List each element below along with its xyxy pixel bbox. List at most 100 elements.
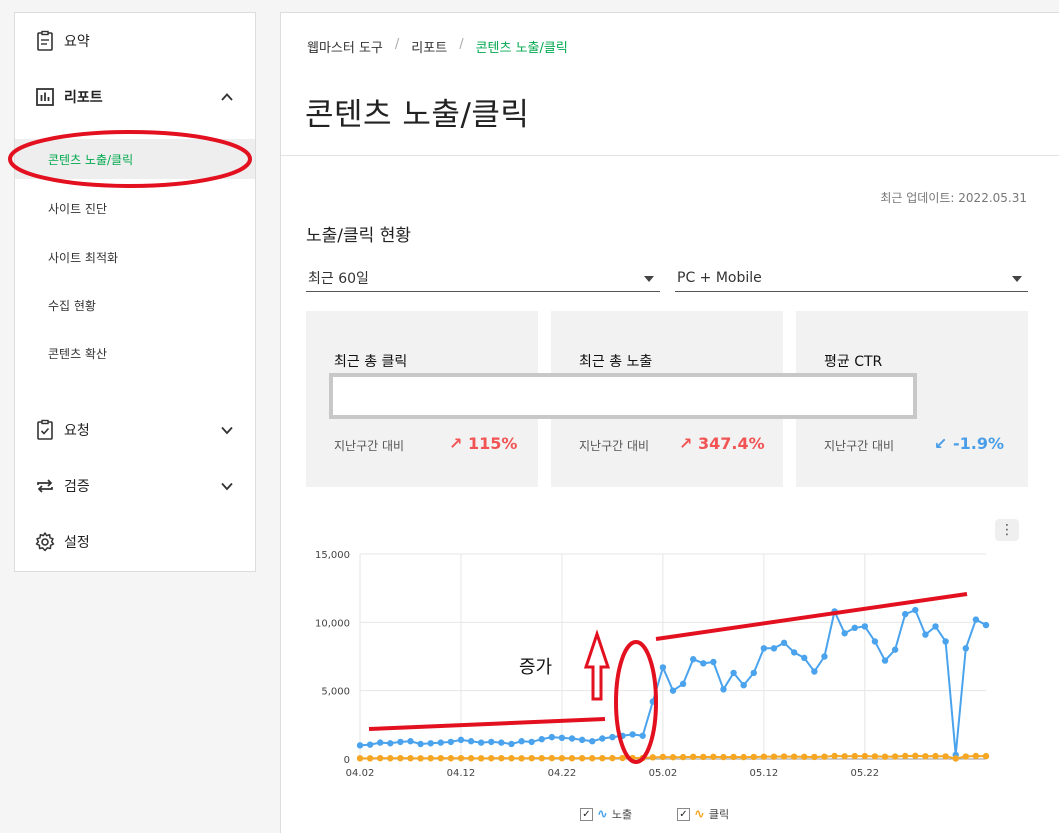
data-point	[397, 738, 404, 746]
data-point	[750, 669, 757, 677]
data-point	[589, 755, 596, 762]
card-label: 지난구간 대비	[334, 439, 405, 453]
y-tick-label: 0	[344, 755, 350, 766]
data-point	[740, 753, 747, 761]
data-point	[467, 738, 475, 745]
data-point	[952, 755, 959, 762]
data-point	[407, 755, 414, 762]
data-point	[659, 753, 667, 761]
data-point	[821, 653, 828, 660]
nav-report[interactable]: 리포트	[15, 77, 255, 117]
data-point	[689, 753, 697, 761]
data-point	[528, 738, 535, 746]
data-point	[861, 623, 869, 630]
data-point	[851, 752, 858, 760]
y-tick-label: 10,000	[315, 618, 350, 629]
data-point	[457, 736, 465, 744]
data-point	[376, 754, 384, 762]
data-point	[740, 682, 747, 689]
data-point	[427, 755, 434, 762]
data-point	[518, 738, 525, 745]
nav-request[interactable]: 요청	[15, 410, 255, 450]
chevron-up-icon[interactable]	[219, 89, 235, 105]
chevron-down-icon[interactable]	[219, 422, 235, 438]
nav-verify-label: 검증	[64, 479, 90, 495]
data-point	[881, 753, 889, 760]
data-point	[851, 624, 858, 631]
nav-settings-label: 설정	[64, 535, 90, 551]
checkbox-checked[interactable]: ✓	[580, 807, 593, 821]
data-point	[962, 753, 970, 760]
data-point	[407, 738, 414, 745]
nav-summary[interactable]: 요약	[15, 21, 255, 61]
data-point	[912, 752, 919, 760]
data-point	[720, 686, 727, 693]
nav-verify[interactable]: 검증	[15, 466, 255, 506]
more-options-icon[interactable]: ⋮	[995, 519, 1019, 541]
data-point	[417, 740, 424, 748]
data-point	[861, 752, 869, 760]
data-point	[780, 639, 788, 647]
data-point	[841, 753, 848, 760]
sidebar-item-label: 콘텐츠 노출/클릭	[48, 152, 134, 167]
card-title: 평균 CTR	[824, 354, 883, 370]
x-tick-label: 04.12	[447, 768, 476, 779]
data-point	[417, 755, 424, 762]
sidebar-item-content-spread[interactable]: 콘텐츠 확산	[15, 333, 255, 373]
data-point	[508, 755, 515, 762]
data-point	[942, 753, 949, 760]
card-change-up: ↗ 347.4%	[679, 434, 765, 453]
data-point	[720, 753, 727, 761]
data-point	[689, 656, 697, 663]
series-line-icon: ∿	[694, 806, 705, 822]
card-title: 최근 총 클릭	[334, 354, 408, 370]
breadcrumb-item-report[interactable]: 리포트	[411, 37, 447, 56]
legend-label: 클릭	[708, 808, 730, 821]
breadcrumb-item-webmaster[interactable]: 웹마스터 도구	[307, 37, 383, 56]
data-point	[589, 738, 596, 745]
repeat-icon	[37, 479, 53, 493]
data-point	[881, 657, 889, 664]
sidebar-item-content-impressions[interactable]: 콘텐츠 노출/클릭	[15, 139, 255, 179]
section-title: 노출/클릭 현황	[306, 226, 411, 246]
annotation-up-arrow	[583, 629, 611, 701]
series-line-impressions	[359, 608, 987, 755]
bar-chart-icon	[36, 88, 54, 106]
data-point	[467, 755, 475, 762]
data-point	[750, 753, 757, 761]
data-point	[972, 616, 980, 623]
data-point	[801, 753, 808, 761]
data-point	[669, 687, 677, 694]
sidebar-item-site-optimization[interactable]: 사이트 최적화	[15, 237, 255, 277]
checkbox-checked[interactable]: ✓	[677, 807, 690, 821]
data-point	[356, 742, 364, 749]
card-title: 최근 총 노출	[579, 354, 653, 370]
nav-settings[interactable]: 설정	[15, 522, 255, 562]
last-updated: 최근 업데이트: 2022.05.31	[880, 191, 1027, 205]
card-label: 지난구간 대비	[824, 439, 895, 453]
data-point	[790, 649, 798, 656]
data-point	[498, 754, 505, 762]
chevron-down-icon[interactable]	[219, 478, 235, 494]
data-point	[710, 753, 717, 761]
legend-item-impressions[interactable]: ✓ ∿ 노출	[580, 806, 632, 822]
data-point	[780, 753, 788, 760]
nav-request-label: 요청	[64, 423, 90, 439]
breadcrumb-separator: /	[459, 37, 464, 52]
data-point	[962, 645, 970, 652]
data-point	[477, 739, 485, 746]
device-select[interactable]: PC + Mobile	[675, 264, 1028, 292]
data-point	[609, 754, 616, 762]
period-select[interactable]: 최근 60일	[306, 264, 660, 292]
sidebar-item-site-diagnosis[interactable]: 사이트 진단	[15, 188, 255, 228]
data-point	[447, 738, 455, 746]
data-point	[366, 755, 374, 762]
data-point	[932, 752, 939, 760]
card-label: 지난구간 대비	[579, 439, 650, 453]
data-point	[922, 753, 929, 760]
sidebar-item-label: 사이트 진단	[48, 201, 108, 216]
series-line-icon: ∿	[597, 806, 608, 822]
legend-item-clicks[interactable]: ✓ ∿ 클릭	[677, 806, 729, 822]
sidebar-item-crawl-status[interactable]: 수집 현황	[15, 285, 255, 325]
data-point	[790, 753, 798, 760]
